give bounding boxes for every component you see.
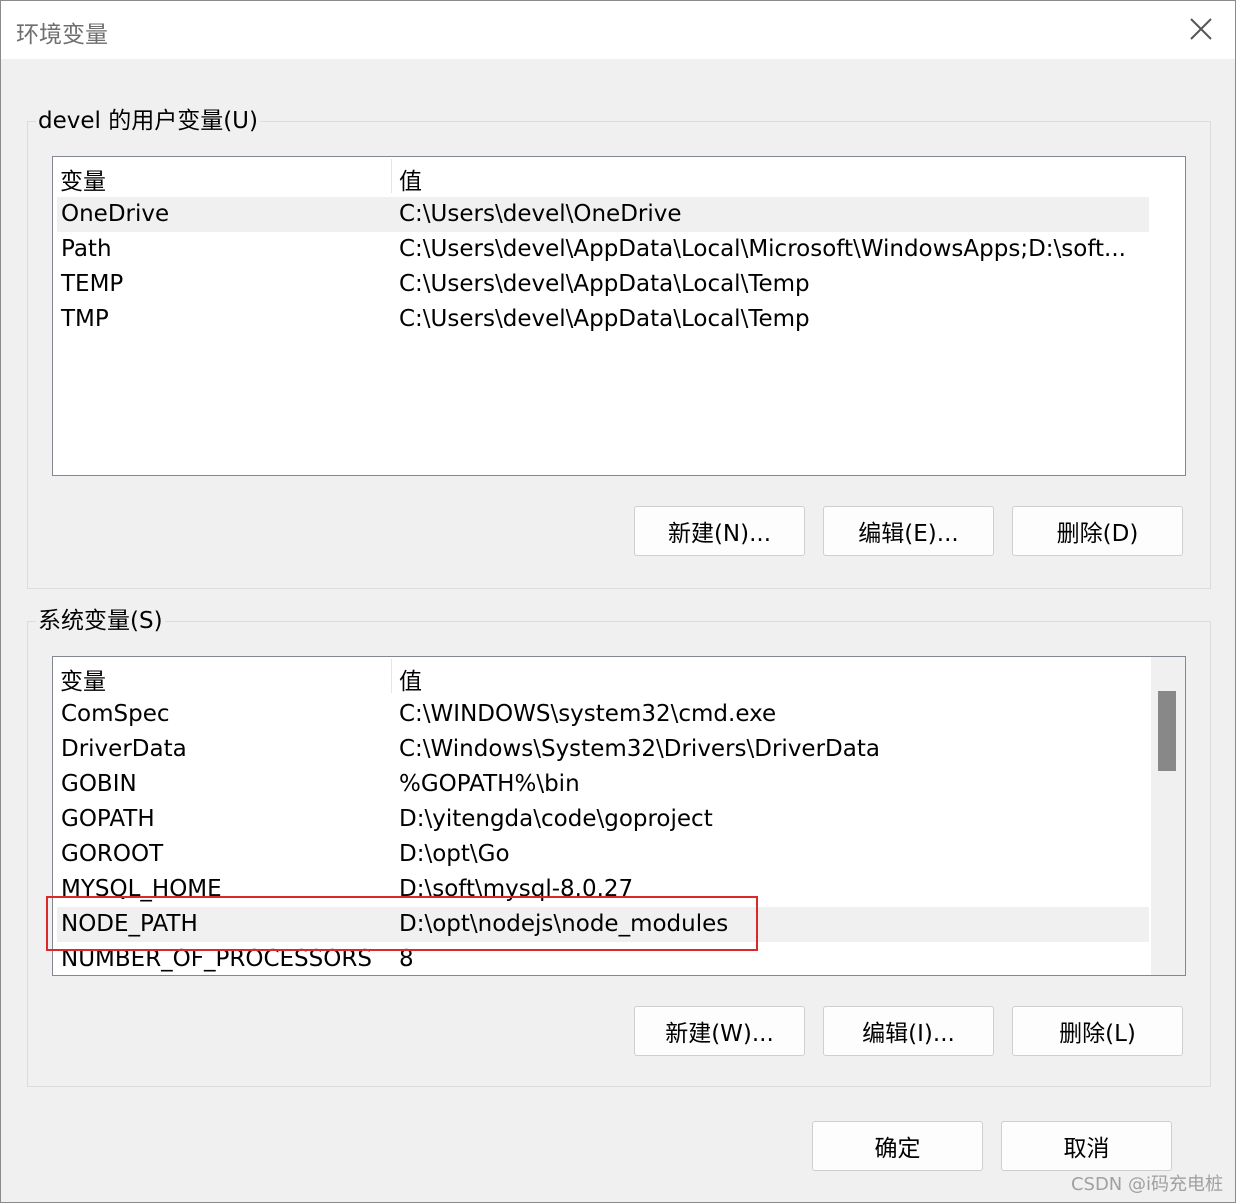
variable-value: 8 [399,946,414,972]
user-new-button[interactable]: 新建(N)... [634,506,805,556]
variable-name: GOBIN [61,771,137,797]
column-header-value[interactable]: 值 [399,662,422,696]
system-new-button[interactable]: 新建(W)... [634,1006,805,1056]
column-separator[interactable] [391,659,392,693]
variable-value: C:\Windows\System32\Drivers\DriverData [399,736,880,762]
user-variables-group: devel 的用户变量(U) 变量 值 OneDrive C:\Users\de… [27,107,1211,589]
table-row[interactable]: NODE_PATH D:\opt\nodejs\node_modules [57,907,1149,942]
variable-value: D:\opt\Go [399,841,510,867]
list-header: 变量 值 [53,157,1149,195]
table-row[interactable]: DriverData C:\Windows\System32\Drivers\D… [57,732,1149,767]
column-separator[interactable] [391,159,392,193]
variable-value: C:\Users\devel\AppData\Local\Microsoft\W… [399,236,1126,262]
variable-name: GOPATH [61,806,155,832]
user-variables-label: devel 的用户变量(U) [36,107,260,135]
variable-name: TMP [61,306,109,332]
system-variables-group: 系统变量(S) 变量 值 ComSpec C:\WINDOWS\system32… [27,607,1211,1087]
variable-value: D:\soft\mysql-8.0.27 [399,876,634,902]
variable-name: Path [61,236,112,262]
variable-name: NODE_PATH [61,911,198,937]
table-row[interactable]: GOPATH D:\yitengda\code\goproject [57,802,1149,837]
table-row[interactable]: GOBIN %GOPATH%\bin [57,767,1149,802]
column-header-variable[interactable]: 变量 [60,662,106,696]
system-variables-list[interactable]: 变量 值 ComSpec C:\WINDOWS\system32\cmd.exe… [52,656,1186,976]
table-row[interactable]: Path C:\Users\devel\AppData\Local\Micros… [57,232,1149,267]
variable-name: GOROOT [61,841,164,867]
variable-value: D:\yitengda\code\goproject [399,806,713,832]
table-row[interactable]: MYSQL_HOME D:\soft\mysql-8.0.27 [57,872,1149,907]
variable-name: TEMP [61,271,124,297]
list-header: 变量 值 [53,657,1149,695]
variable-value: C:\Users\devel\OneDrive [399,201,682,227]
column-header-value[interactable]: 值 [399,162,422,196]
table-row[interactable]: OneDrive C:\Users\devel\OneDrive [57,197,1149,232]
column-header-variable[interactable]: 变量 [60,162,106,196]
window-title: 环境变量 [16,22,108,48]
user-variables-list[interactable]: 变量 值 OneDrive C:\Users\devel\OneDrive Pa… [52,156,1186,476]
variable-value: D:\opt\nodejs\node_modules [399,911,729,937]
variable-name: NUMBER_OF_PROCESSORS [61,946,372,972]
environment-variables-dialog: 环境变量 devel 的用户变量(U) 变量 值 OneDrive C:\Use… [0,0,1236,1203]
system-edit-button[interactable]: 编辑(I)... [823,1006,994,1056]
table-row[interactable]: NUMBER_OF_PROCESSORS 8 [57,942,1149,975]
variable-value: C:\Users\devel\AppData\Local\Temp [399,306,810,332]
close-button[interactable] [1179,9,1223,49]
watermark: CSDN @i码充电桩 [1070,1174,1223,1195]
variable-name: MYSQL_HOME [61,876,222,902]
system-delete-button[interactable]: 删除(L) [1012,1006,1183,1056]
variable-value: C:\Users\devel\AppData\Local\Temp [399,271,810,297]
vertical-scrollbar[interactable] [1151,657,1185,975]
table-row[interactable]: ComSpec C:\WINDOWS\system32\cmd.exe [57,697,1149,732]
table-row[interactable]: GOROOT D:\opt\Go [57,837,1149,872]
table-row[interactable]: TEMP C:\Users\devel\AppData\Local\Temp [57,267,1149,302]
variable-name: ComSpec [61,701,170,727]
system-variables-label: 系统变量(S) [36,607,165,635]
variable-name: DriverData [61,736,187,762]
title-bar: 环境变量 [1,1,1235,59]
variable-value: C:\WINDOWS\system32\cmd.exe [399,701,777,727]
variable-name: OneDrive [61,201,170,227]
user-edit-button[interactable]: 编辑(E)... [823,506,994,556]
cancel-button[interactable]: 取消 [1001,1121,1172,1171]
variable-value: %GOPATH%\bin [399,771,580,797]
scrollbar-thumb[interactable] [1158,691,1176,771]
table-row[interactable]: TMP C:\Users\devel\AppData\Local\Temp [57,302,1149,337]
user-delete-button[interactable]: 删除(D) [1012,506,1183,556]
close-icon [1190,18,1212,40]
ok-button[interactable]: 确定 [812,1121,983,1171]
